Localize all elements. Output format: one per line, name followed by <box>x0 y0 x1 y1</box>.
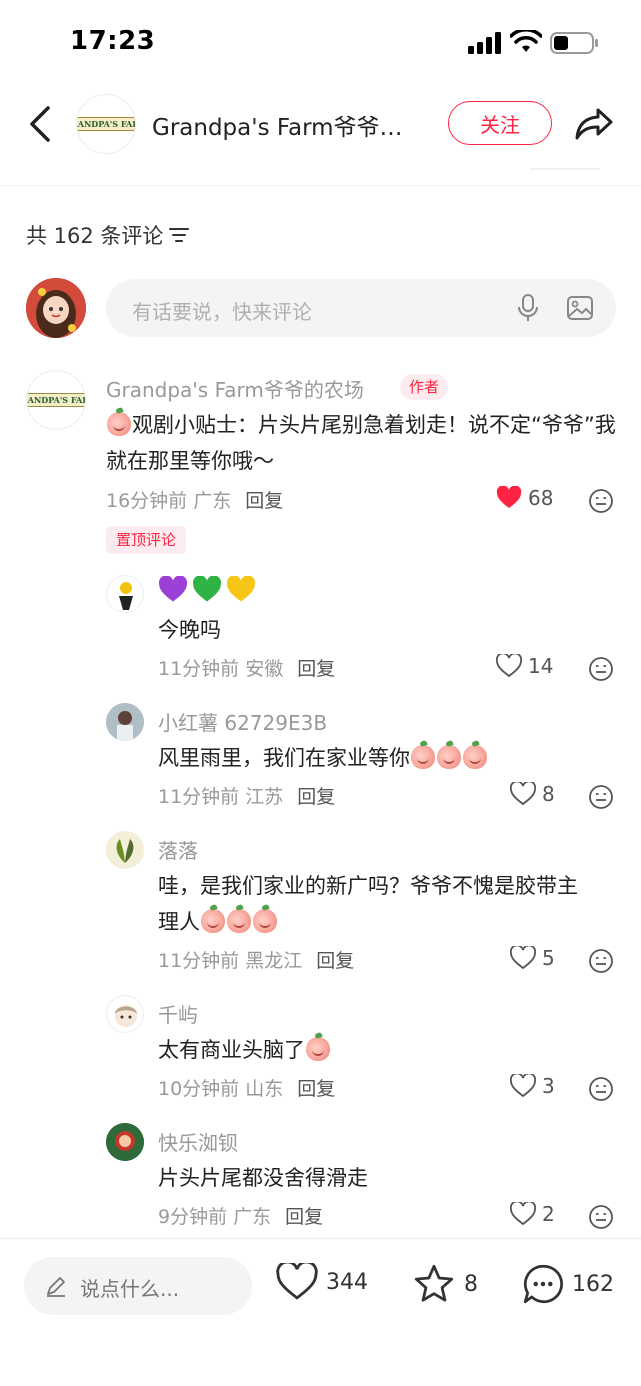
green-heart-icon <box>192 576 222 602</box>
like-button[interactable]: 5 <box>510 946 555 970</box>
heart-icon <box>510 1202 536 1226</box>
comment-meta: 9分钟前 广东 回复 <box>158 1206 324 1228</box>
peach-emoji-icon <box>437 745 461 769</box>
like-button[interactable]: 68 <box>496 486 553 510</box>
pinned-badge: 置顶评论 <box>106 526 187 554</box>
comment-author-name[interactable]: 小红薯 62729E3B <box>158 707 327 736</box>
comment-text: 风里雨里，我们在家业等你 <box>158 740 488 776</box>
heart-icon <box>510 782 536 806</box>
comment-text: 哇，是我们家业的新广吗？爷爷不愧是胶带主 理人 <box>158 874 578 934</box>
like-button[interactable]: 14 <box>496 654 553 678</box>
yellow-heart-icon <box>226 576 256 602</box>
peach-emoji-icon <box>306 1037 330 1061</box>
author-logo: GRANDPA'S FARM <box>77 117 135 131</box>
emoji-icon[interactable] <box>588 784 614 810</box>
reply-button[interactable]: 回复 <box>297 786 335 808</box>
emoji-icon[interactable] <box>588 1204 614 1230</box>
peach-emoji-icon <box>253 909 277 933</box>
heart-icon <box>496 486 522 508</box>
heart-emojis <box>158 576 256 604</box>
comment-text: 观剧小贴士：片头片尾别急着划走！说不定“爷爷”我就在那里等你哦～ <box>106 412 616 473</box>
reply-button[interactable]: 回复 <box>316 950 354 972</box>
peach-emoji-icon <box>201 909 225 933</box>
comment-author-name[interactable]: Grandpa's Farm爷爷的农场 <box>106 374 364 403</box>
peach-emoji-icon <box>227 909 251 933</box>
pen-icon <box>47 1277 65 1297</box>
note-like-button[interactable]: 344 <box>276 1263 368 1301</box>
mic-icon[interactable] <box>516 293 540 323</box>
status-bar: 17:23 <box>0 0 641 86</box>
comment-location: 广东 <box>193 490 232 512</box>
say-something-input[interactable]: 说点什么... <box>24 1257 252 1315</box>
comment-avatar[interactable] <box>106 1123 144 1161</box>
comment-text: 太有商业头脑了 <box>158 1032 331 1068</box>
emoji-icon[interactable] <box>588 948 614 974</box>
peach-emoji-icon <box>107 412 131 436</box>
comment-input-placeholder: 有话要说，快来评论 <box>132 300 312 324</box>
star-icon <box>414 1264 454 1302</box>
reply-button[interactable]: 回复 <box>297 1078 335 1100</box>
reply-button[interactable]: 回复 <box>297 658 335 680</box>
note-like-count: 344 <box>326 1269 368 1295</box>
like-button[interactable]: 2 <box>510 1202 555 1226</box>
peach-emoji-icon <box>411 745 435 769</box>
follow-button[interactable]: 关注 <box>448 101 552 145</box>
comment-meta: 11分钟前 安徽 回复 <box>158 658 336 680</box>
comment-author-logo: GRANDPA'S FARM <box>27 393 85 407</box>
comment-text: 片头片尾都没舍得滑走 <box>158 1166 368 1190</box>
comment-author-name[interactable]: 落落 <box>158 835 198 864</box>
author-badge: 作者 <box>400 374 449 400</box>
reply-button[interactable]: 回复 <box>245 490 283 512</box>
comment-input[interactable]: 有话要说，快来评论 <box>106 279 616 337</box>
note-collect-button[interactable]: 8 <box>412 1263 478 1305</box>
comment-icon <box>523 1264 563 1304</box>
wifi-icon <box>510 30 542 52</box>
heart-icon <box>496 654 522 678</box>
share-icon[interactable] <box>574 106 614 142</box>
status-time: 17:23 <box>70 26 156 56</box>
comment-time: 16分钟前 <box>106 490 188 512</box>
peach-emoji-icon <box>463 745 487 769</box>
comment-meta: 11分钟前 江苏 回复 <box>158 786 336 808</box>
comment-author-name[interactable]: 千屿 <box>158 999 198 1028</box>
comment-count[interactable]: 共 162 条评论 <box>26 220 190 250</box>
author-avatar[interactable]: GRANDPA'S FARM <box>76 94 136 154</box>
note-collect-count: 8 <box>464 1271 478 1297</box>
like-button[interactable]: 8 <box>510 782 555 806</box>
comment-count-label: 共 162 条评论 <box>26 224 164 248</box>
comment-avatar[interactable] <box>106 995 144 1033</box>
comment-text: 今晚吗 <box>158 618 221 642</box>
comment-meta: 11分钟前 黑龙江 回复 <box>158 950 355 972</box>
header-divider <box>530 168 600 170</box>
author-title[interactable]: Grandpa's Farm爷爷… <box>152 108 424 142</box>
comment-avatar[interactable]: GRANDPA'S FARM <box>26 370 86 430</box>
heart-icon <box>510 946 536 970</box>
comment-avatar[interactable] <box>106 703 144 741</box>
my-avatar[interactable] <box>26 278 86 338</box>
comment-meta: 16分钟前 广东 回复 <box>106 486 283 513</box>
like-count: 68 <box>528 486 554 510</box>
emoji-icon[interactable] <box>588 656 614 682</box>
say-something-placeholder: 说点什么... <box>80 1277 180 1301</box>
like-button[interactable]: 3 <box>510 1074 555 1098</box>
image-icon[interactable] <box>566 294 594 322</box>
note-header: GRANDPA'S FARM Grandpa's Farm爷爷… 关注 <box>0 86 641 186</box>
note-comment-button[interactable]: 162 <box>522 1263 614 1305</box>
signal-icon <box>468 32 501 54</box>
heart-icon <box>276 1263 318 1300</box>
bottom-action-bar: 说点什么... 344 8 162 <box>0 1238 641 1386</box>
purple-heart-icon <box>158 576 188 602</box>
note-comment-count: 162 <box>572 1271 614 1297</box>
comment-author-name[interactable]: 快乐洳钡 <box>158 1127 238 1156</box>
emoji-icon[interactable] <box>588 1076 614 1102</box>
filter-icon[interactable] <box>169 226 190 244</box>
heart-icon <box>510 1074 536 1098</box>
battery-icon <box>550 32 598 54</box>
comment-avatar[interactable] <box>106 831 144 869</box>
back-icon[interactable] <box>26 104 56 144</box>
reply-button[interactable]: 回复 <box>285 1206 323 1228</box>
emoji-icon[interactable] <box>588 488 614 514</box>
comment-avatar[interactable] <box>106 575 144 613</box>
comment-meta: 10分钟前 山东 回复 <box>158 1078 336 1100</box>
